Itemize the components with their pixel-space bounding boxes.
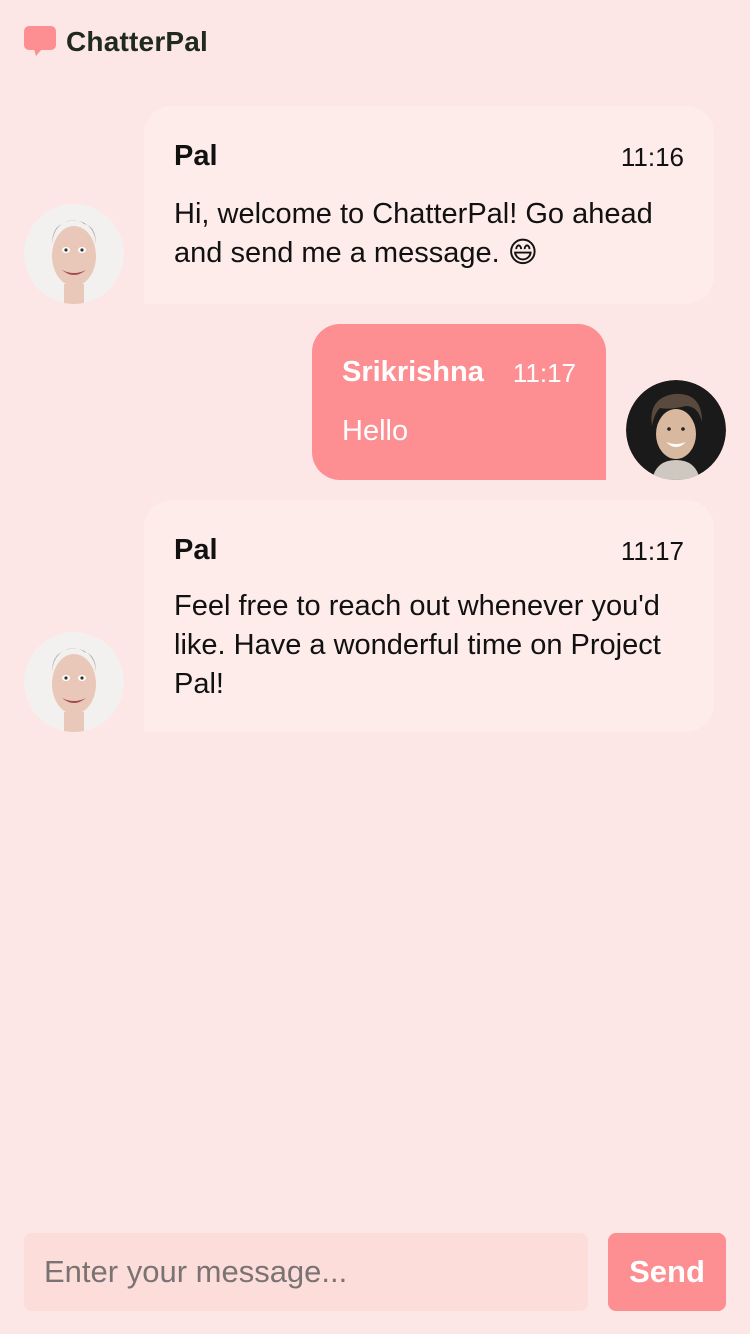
- message-bubble: Pal 11:17 Feel free to reach out wheneve…: [144, 500, 714, 732]
- message-sender: Pal: [174, 534, 218, 566]
- user-avatar: [626, 380, 726, 480]
- chat-thread: Pal 11:16 Hi, welcome to ChatterPal! Go …: [0, 0, 750, 1200]
- message-sender: Srikrishna: [342, 356, 484, 388]
- pal-avatar: [24, 204, 124, 304]
- pal-avatar: [24, 632, 124, 732]
- message-text: Feel free to reach out whenever you'd li…: [174, 590, 661, 700]
- message-text: Hi, welcome to ChatterPal! Go ahead and …: [174, 198, 653, 269]
- message-text: Hello: [342, 415, 409, 447]
- message-composer: Send: [24, 1233, 726, 1311]
- message-time: 11:16: [620, 142, 684, 172]
- message-bubble: Pal 11:16 Hi, welcome to ChatterPal! Go …: [144, 106, 714, 304]
- message-bubble: Srikrishna 11:17 Hello: [312, 324, 606, 480]
- message-sender: Pal: [174, 140, 218, 172]
- send-button[interactable]: Send: [608, 1233, 726, 1311]
- message-time: 11:17: [512, 358, 576, 388]
- message-time: 11:17: [620, 536, 684, 566]
- message-input[interactable]: [24, 1233, 588, 1311]
